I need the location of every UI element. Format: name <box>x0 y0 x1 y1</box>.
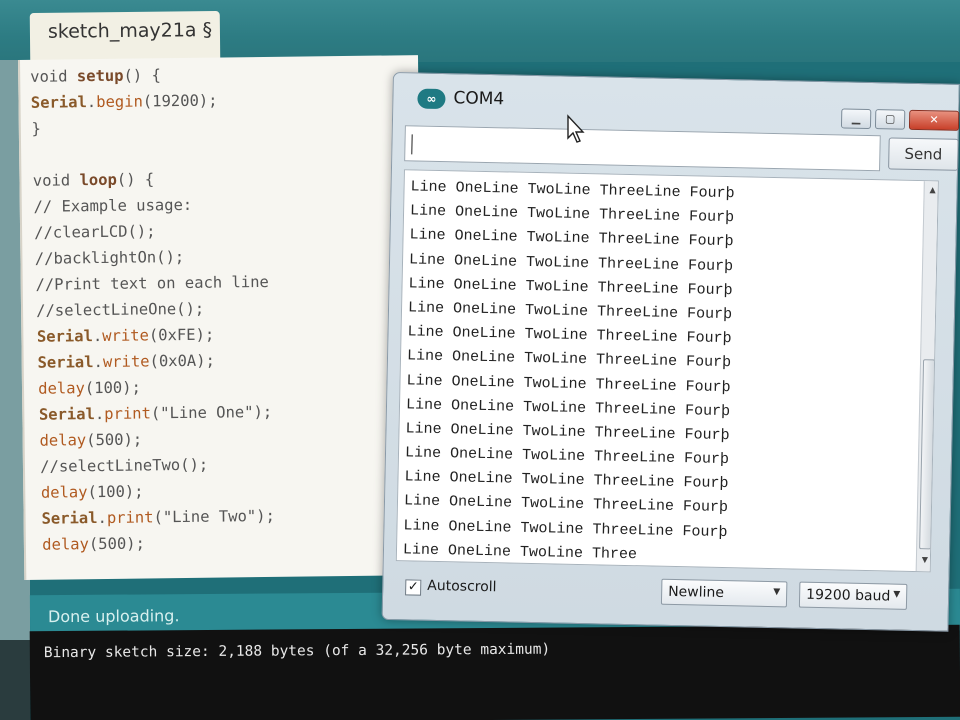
code-line: Serial.begin(19200); <box>30 91 218 112</box>
left-border-dark <box>0 640 30 720</box>
baud-rate-value: 19200 baud <box>805 586 891 605</box>
chevron-down-icon: ▼ <box>893 589 901 600</box>
code-line: delay(100); <box>40 482 144 502</box>
code-line: //selectLineOne(); <box>36 299 205 320</box>
code-line: //selectLineTwo(); <box>40 455 209 476</box>
serial-monitor-window: ∞ COM4 ▁ ▢ ✕ Send Line OneLine TwoLine T… <box>381 72 960 632</box>
code-editor[interactable]: void setup() { Serial.begin(19200);} void … <box>18 55 425 580</box>
code-line: Serial.print("Line One"); <box>38 402 273 424</box>
vertical-scrollbar[interactable]: ▲ ▼ <box>915 181 939 572</box>
code-line: Serial.print("Line Two"); <box>41 506 275 528</box>
autoscroll-label: Autoscroll <box>427 577 497 596</box>
close-button[interactable]: ✕ <box>908 109 960 131</box>
serial-input[interactable] <box>404 125 881 172</box>
code-line: delay(500); <box>39 430 143 450</box>
output-lines: Line OneLine TwoLine ThreeLine Fourþ Line… <box>403 178 735 572</box>
autoscroll-checkbox[interactable]: ✓ <box>405 579 422 596</box>
maximize-button[interactable]: ▢ <box>874 109 906 130</box>
arduino-logo-icon: ∞ <box>417 88 446 110</box>
baud-rate-select[interactable]: 19200 baud ▼ <box>798 581 908 610</box>
code-line: void setup() { <box>30 66 161 86</box>
code-line: Serial.write(0x0A); <box>37 351 215 372</box>
code-line: //clearLCD(); <box>34 222 156 242</box>
window-title: COM4 <box>453 88 505 110</box>
code-line: delay(500); <box>42 534 145 554</box>
code-line: //Print text on each line <box>35 272 269 294</box>
serial-output[interactable]: Line OneLine TwoLine ThreeLine Fourþ Line… <box>395 169 939 573</box>
line-ending-value: Newline <box>668 583 725 602</box>
chevron-down-icon: ▼ <box>773 587 781 598</box>
code-line: delay(100); <box>38 378 141 398</box>
minimize-button[interactable]: ▁ <box>840 108 872 130</box>
text-caret <box>411 134 413 155</box>
line-ending-select[interactable]: Newline ▼ <box>660 578 788 608</box>
scrollbar-thumb[interactable] <box>919 359 936 550</box>
console-text: Binary sketch size: 2,188 bytes (of a 32… <box>43 641 551 662</box>
code-line: // Example usage: <box>33 195 193 216</box>
scroll-down-arrow-icon[interactable]: ▼ <box>919 553 931 567</box>
code-line: } <box>31 119 41 138</box>
tab-sketch[interactable]: sketch_may21a § <box>29 11 221 63</box>
monitor-controls: ✓ Autoscroll Newline ▼ 19200 baud ▼ <box>395 573 936 614</box>
mouse-pointer-icon <box>567 114 585 143</box>
console-output: Binary sketch size: 2,188 bytes (of a 32… <box>29 624 960 720</box>
scroll-up-arrow-icon[interactable]: ▲ <box>926 183 938 197</box>
code-line: void loop() { <box>32 170 155 190</box>
send-button[interactable]: Send <box>888 137 959 171</box>
code-line: //backlightOn(); <box>34 247 185 268</box>
status-text: Done uploading. <box>47 606 180 627</box>
code-line: Serial.write(0xFE); <box>36 325 215 346</box>
